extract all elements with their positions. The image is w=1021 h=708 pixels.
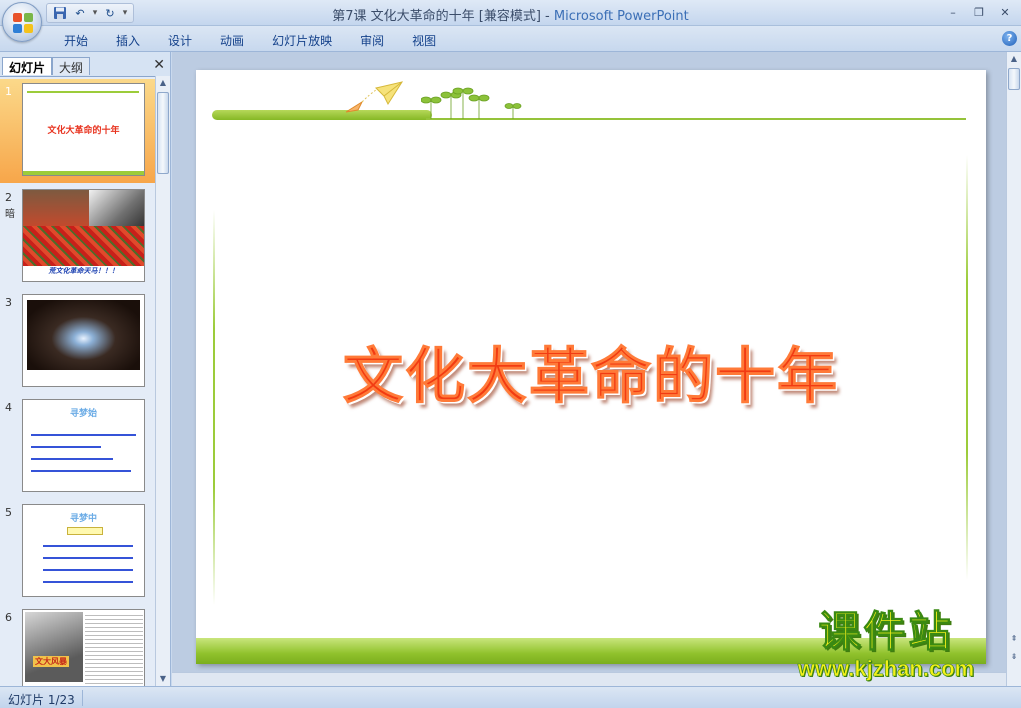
window-title-document: 第7课 文化大革命的十年 [兼容模式] - xyxy=(332,9,550,24)
slide-note: 暗 xyxy=(5,209,15,220)
slide-number: 2 xyxy=(5,191,12,204)
previous-slide-icon[interactable]: ⇞ xyxy=(1007,632,1021,646)
customize-qat-icon[interactable]: ▾ xyxy=(121,8,129,18)
slide-title[interactable]: 文化大革命的十年 xyxy=(196,328,986,415)
tab-review[interactable]: 审阅 xyxy=(346,32,398,49)
tab-home[interactable]: 开始 xyxy=(50,32,102,49)
thumb-text-line xyxy=(43,545,133,547)
thumb-text-line xyxy=(31,434,136,436)
ribbon-tabs: 开始 插入 设计 动画 幻灯片放映 审阅 视图 xyxy=(50,32,450,49)
thumb-title: 寻梦中 xyxy=(69,514,97,524)
thumb-photo-crowd xyxy=(23,226,144,266)
thumb-text-line xyxy=(43,557,133,559)
thumb-top-bar xyxy=(27,91,139,93)
watermark-logo: 课件站 www.kjzhan.com xyxy=(770,607,1002,684)
thumb-text-line xyxy=(31,446,101,448)
restore-button[interactable]: ❐ xyxy=(967,3,991,21)
slide-number: 4 xyxy=(5,401,12,414)
thumbnail-slide-6[interactable]: 6 文大风暴 xyxy=(0,605,155,686)
thumb-title: 寻梦始 xyxy=(69,409,97,419)
thumbnail-image[interactable] xyxy=(22,294,145,387)
redo-button[interactable]: ↻ xyxy=(101,5,119,21)
scroll-up-icon[interactable]: ▲ xyxy=(1007,52,1021,66)
scroll-thumb[interactable] xyxy=(157,92,169,174)
pane-close-icon[interactable]: ✕ xyxy=(153,57,165,73)
thumb-caption: 荒文化革命天马！！！ xyxy=(48,267,119,275)
thumbnail-slide-3[interactable]: 3 xyxy=(0,290,155,394)
ribbon: 开始 插入 设计 动画 幻灯片放映 审阅 视图 ? xyxy=(0,26,1021,52)
thumbnail-slide-5[interactable]: 5 寻梦中 xyxy=(0,500,155,604)
undo-button[interactable]: ↶ xyxy=(71,5,89,21)
office-logo-icon xyxy=(13,13,33,33)
thumb-photo-square xyxy=(23,190,89,226)
thumb-label-box xyxy=(67,527,103,535)
thumb-text-line xyxy=(31,458,113,460)
scroll-up-icon[interactable]: ▲ xyxy=(156,76,170,90)
tab-insert[interactable]: 插入 xyxy=(102,32,154,49)
slides-pane: 幻灯片 大纲 ✕ 1 文化大革命的十年 2 暗 荒文化革命天马！！！ 3 4 寻… xyxy=(0,52,171,686)
slide-number: 3 xyxy=(5,296,12,309)
next-slide-icon[interactable]: ⇟ xyxy=(1007,650,1021,664)
thumb-photo-person xyxy=(25,612,83,682)
thumb-text-line xyxy=(43,569,133,571)
thumb-text-line xyxy=(43,581,133,583)
tab-design[interactable]: 设计 xyxy=(154,32,206,49)
thumb-document-scan xyxy=(85,612,143,686)
tab-view[interactable]: 视图 xyxy=(398,32,450,49)
quick-access-toolbar: ↶ ▾ ↻ ▾ xyxy=(46,3,134,23)
thumbnail-image[interactable]: 寻梦中 xyxy=(22,504,145,597)
slide-thumbnails: 1 文化大革命的十年 2 暗 荒文化革命天马！！！ 3 4 寻梦始 5 寻梦中 … xyxy=(0,76,155,686)
minimize-button[interactable]: – xyxy=(941,3,965,21)
thumb-photo-portrait xyxy=(89,190,144,230)
slide-number: 6 xyxy=(5,611,12,624)
thumbnail-image[interactable]: 文大风暴 xyxy=(22,609,145,686)
thumbnail-slide-2[interactable]: 2 暗 荒文化革命天马！！！ xyxy=(0,185,155,289)
window-title-app: Microsoft PowerPoint xyxy=(549,9,689,24)
window-controls: – ❐ ✕ xyxy=(941,3,1017,21)
tab-animations[interactable]: 动画 xyxy=(206,32,258,49)
office-button[interactable] xyxy=(2,2,42,42)
scroll-down-icon[interactable]: ▼ xyxy=(156,672,170,686)
status-divider xyxy=(82,690,83,706)
thumb-badge: 文大风暴 xyxy=(33,656,69,667)
save-icon[interactable] xyxy=(51,5,69,21)
watermark-title: 课件站 xyxy=(818,607,954,656)
slide-scrollbar[interactable]: ▲ ⇞ ⇟ xyxy=(1006,52,1021,686)
status-bar: 幻灯片 1/23 xyxy=(0,686,1021,708)
title-bar: 第7课 文化大革命的十年 [兼容模式] - Microsoft PowerPoi… xyxy=(0,0,1021,26)
help-icon[interactable]: ? xyxy=(1002,31,1017,46)
thumb-text-line xyxy=(31,470,131,472)
undo-dropdown-icon[interactable]: ▾ xyxy=(91,8,99,18)
thumbnail-slide-1[interactable]: 1 文化大革命的十年 xyxy=(0,79,155,183)
tab-slideshow[interactable]: 幻灯片放映 xyxy=(258,32,346,49)
slide-counter: 幻灯片 1/23 xyxy=(8,693,75,707)
window-title: 第7课 文化大革命的十年 [兼容模式] - Microsoft PowerPoi… xyxy=(0,5,1021,24)
tab-slides[interactable]: 幻灯片 xyxy=(2,57,53,75)
thumbnail-image[interactable]: 寻梦始 xyxy=(22,399,145,492)
scroll-thumb[interactable] xyxy=(1008,68,1020,90)
close-button[interactable]: ✕ xyxy=(993,3,1017,21)
sprouts-icon xyxy=(421,87,522,119)
slide-number: 5 xyxy=(5,506,12,519)
thumbnails-scrollbar[interactable]: ▲ ▼ xyxy=(155,76,170,686)
thumbnail-image[interactable]: 荒文化革命天马！！！ xyxy=(22,189,145,282)
thumbnail-image[interactable]: 文化大革命的十年 xyxy=(22,83,145,176)
thumb-bottom-bar xyxy=(23,171,144,175)
current-slide[interactable]: 文化大革命的十年 xyxy=(196,70,986,664)
thumbnail-slide-4[interactable]: 4 寻梦始 xyxy=(0,395,155,499)
tab-outline[interactable]: 大纲 xyxy=(52,57,91,75)
pane-tabs: 幻灯片 大纲 ✕ xyxy=(0,54,171,75)
thumb-title: 文化大革命的十年 xyxy=(47,126,120,136)
slide-number: 1 xyxy=(5,85,12,98)
watermark-url: www.kjzhan.com xyxy=(797,656,975,682)
thumb-photo-dark xyxy=(27,300,140,370)
paper-plane-icon xyxy=(345,81,404,113)
